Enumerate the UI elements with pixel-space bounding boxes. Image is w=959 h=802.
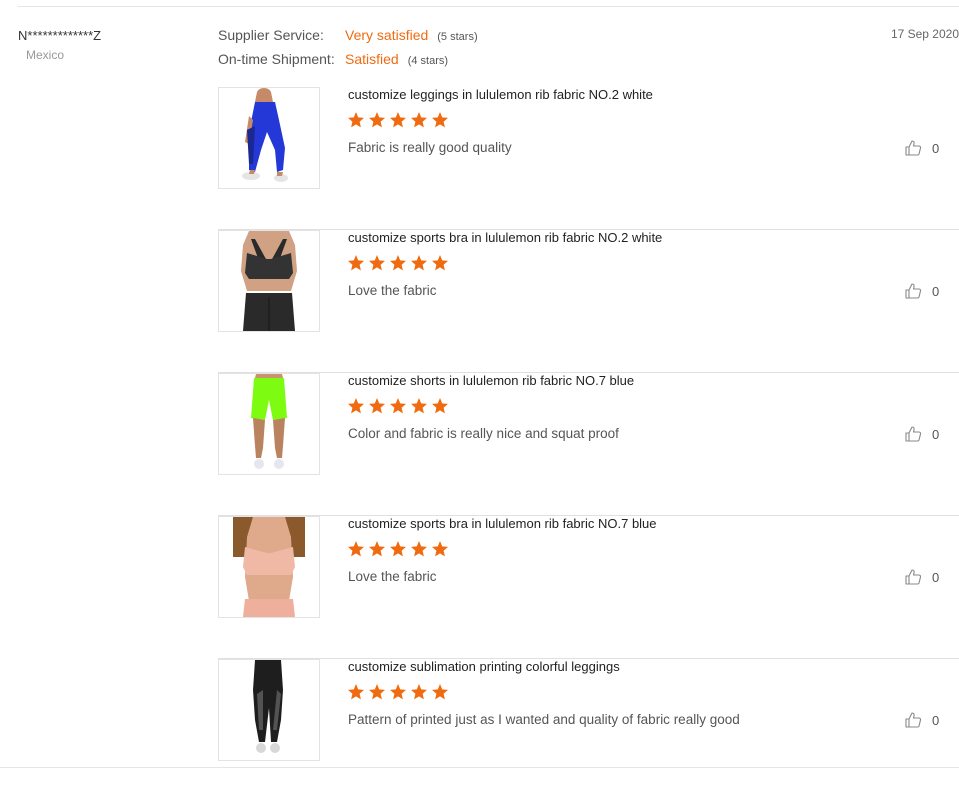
- black-mesh-leggings-photo[interactable]: [218, 659, 320, 761]
- star-icon: [369, 112, 385, 128]
- review-comment: Love the fabric: [348, 283, 437, 298]
- bottom-divider: [0, 767, 959, 768]
- thumbs-up-icon: [904, 568, 922, 586]
- star-icon: [348, 255, 364, 271]
- star-icon: [411, 255, 427, 271]
- review-comment: Love the fabric: [348, 569, 437, 584]
- star-icon: [432, 255, 448, 271]
- like-count: 0: [932, 283, 940, 299]
- star-icon: [432, 684, 448, 700]
- thumbs-up-icon: [904, 711, 922, 729]
- like-button[interactable]: 0: [904, 282, 939, 300]
- star-icon: [432, 541, 448, 557]
- star-icon: [432, 112, 448, 128]
- star-icon: [348, 541, 364, 557]
- rating-stars-text: (4 stars): [407, 55, 449, 67]
- star-icon: [411, 541, 427, 557]
- star-rating: [347, 254, 449, 272]
- star-icon: [369, 684, 385, 700]
- blue-leggings-photo[interactable]: [218, 87, 320, 189]
- like-button[interactable]: 0: [904, 139, 939, 157]
- star-rating: [347, 540, 449, 558]
- rating-label: On-time Shipment:: [218, 51, 335, 67]
- black-sports-bra-photo[interactable]: [218, 230, 320, 332]
- product-title[interactable]: customize shorts in lululemon rib fabric…: [348, 373, 634, 388]
- rating-stars-text: (5 stars): [437, 31, 478, 43]
- review-item: customize sublimation printing colorful …: [218, 659, 959, 802]
- star-rating: [347, 397, 449, 415]
- star-icon: [390, 398, 406, 414]
- star-icon: [432, 398, 448, 414]
- star-icon: [369, 541, 385, 557]
- review-item: customize sports bra in lululemon rib fa…: [218, 516, 959, 659]
- supplier-service-rating: Supplier Service: Very satisfied (5 star…: [218, 27, 478, 45]
- like-count: 0: [932, 426, 940, 442]
- review-date: 17 Sep 2020: [890, 27, 959, 41]
- star-rating: [347, 683, 449, 701]
- review-comment: Color and fabric is really nice and squa…: [348, 426, 619, 441]
- star-icon: [411, 112, 427, 128]
- product-title[interactable]: customize sports bra in lululemon rib fa…: [348, 230, 662, 245]
- star-icon: [369, 255, 385, 271]
- rating-value: Very satisfied: [345, 27, 429, 43]
- review-item: customize sports bra in lululemon rib fa…: [218, 230, 959, 373]
- review-comment: Pattern of printed just as I wanted and …: [348, 712, 740, 727]
- like-button[interactable]: 0: [904, 711, 939, 729]
- rating-value: Satisfied: [345, 51, 399, 67]
- review-item: customize shorts in lululemon rib fabric…: [218, 373, 959, 516]
- star-icon: [348, 112, 364, 128]
- like-count: 0: [932, 140, 940, 156]
- buyer-country: Mexico: [26, 48, 65, 62]
- review-item: customize leggings in lululemon rib fabr…: [218, 87, 959, 230]
- star-icon: [390, 112, 406, 128]
- top-divider: [18, 6, 959, 7]
- star-icon: [348, 684, 364, 700]
- like-count: 0: [932, 569, 940, 585]
- like-button[interactable]: 0: [904, 568, 939, 586]
- neon-shorts-photo[interactable]: [218, 373, 320, 475]
- product-title[interactable]: customize sports bra in lululemon rib fa…: [348, 516, 657, 531]
- buyer-name: N*************Z: [18, 28, 102, 43]
- product-title[interactable]: customize leggings in lululemon rib fabr…: [348, 87, 653, 102]
- rating-label: Supplier Service:: [218, 27, 324, 43]
- star-icon: [390, 255, 406, 271]
- star-icon: [411, 398, 427, 414]
- review-comment: Fabric is really good quality: [348, 140, 512, 155]
- star-icon: [390, 541, 406, 557]
- star-icon: [348, 398, 364, 414]
- like-button[interactable]: 0: [904, 425, 939, 443]
- star-icon: [369, 398, 385, 414]
- star-icon: [390, 684, 406, 700]
- thumbs-up-icon: [904, 282, 922, 300]
- pink-sports-bra-photo[interactable]: [218, 516, 320, 618]
- like-count: 0: [932, 712, 940, 728]
- thumbs-up-icon: [904, 139, 922, 157]
- product-title[interactable]: customize sublimation printing colorful …: [348, 659, 620, 674]
- star-icon: [411, 684, 427, 700]
- on-time-shipment-rating: On-time Shipment: Satisfied (4 stars): [218, 51, 448, 69]
- star-rating: [347, 111, 449, 129]
- thumbs-up-icon: [904, 425, 922, 443]
